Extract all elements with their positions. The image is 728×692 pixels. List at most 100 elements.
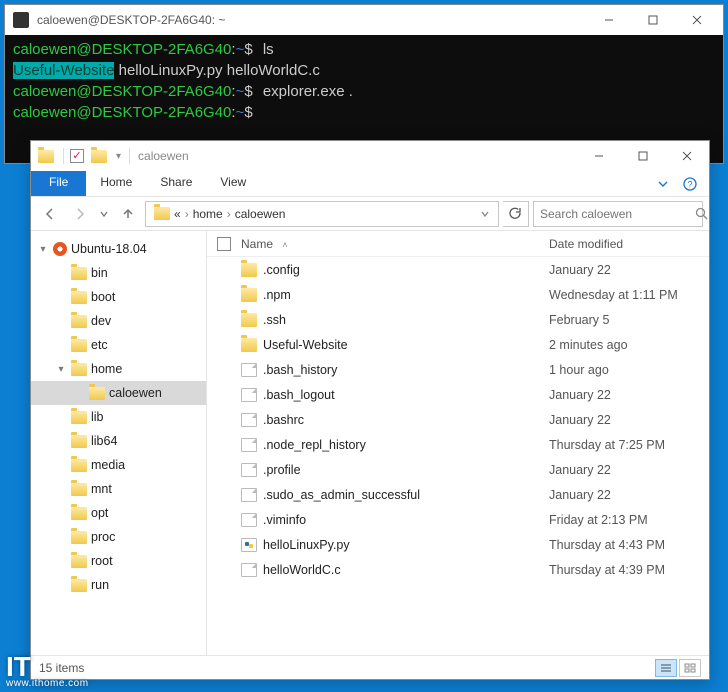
crumb-caloewen[interactable]: caloewen [235, 207, 286, 221]
folder-icon [71, 579, 87, 592]
file-icon [241, 563, 257, 577]
tree-item-bin[interactable]: bin [31, 261, 206, 285]
disclosure-triangle-icon[interactable]: ▾ [37, 244, 49, 255]
tab-share[interactable]: Share [146, 171, 206, 196]
ribbon: File Home Share View ? [31, 171, 709, 197]
minimize-button[interactable] [587, 5, 631, 35]
help-button[interactable]: ? [677, 171, 703, 196]
tree-item-home[interactable]: ▾home [31, 357, 206, 381]
file-list-header[interactable]: Name ˄ Date modified [207, 231, 709, 257]
details-view-button[interactable] [655, 659, 677, 677]
crumb-home[interactable]: home [193, 207, 223, 221]
file-row[interactable]: .bash_history1 hour ago [207, 357, 709, 382]
terminal-body[interactable]: caloewen@DESKTOP-2FA6G40:~$ ls Useful-We… [5, 35, 723, 127]
tree-item-run[interactable]: run [31, 573, 206, 597]
watermark: IT www.ithome.com [6, 654, 89, 688]
file-name: Useful-Website [263, 338, 348, 352]
tree-item-label: lib [91, 410, 202, 424]
column-date-header[interactable]: Date modified [549, 237, 699, 251]
tree-item-proc[interactable]: proc [31, 525, 206, 549]
tree-item-lib64[interactable]: lib64 [31, 429, 206, 453]
svg-text:?: ? [687, 179, 692, 189]
file-row[interactable]: .bash_logoutJanuary 22 [207, 382, 709, 407]
file-name: .node_repl_history [263, 438, 366, 452]
folder-icon [241, 288, 257, 302]
tree-item-label: root [91, 554, 202, 568]
file-row[interactable]: Useful-Website2 minutes ago [207, 332, 709, 357]
qat-folder-icon[interactable] [37, 146, 55, 166]
recent-locations-button[interactable] [97, 201, 111, 227]
file-row[interactable]: helloLinuxPy.py Thursday at 4:43 PM [207, 532, 709, 557]
close-button[interactable] [675, 5, 719, 35]
close-button[interactable] [665, 141, 709, 171]
tree-item-label: boot [91, 290, 202, 304]
address-bar-dropdown[interactable] [476, 209, 494, 219]
address-bar[interactable]: « › home › caloewen [145, 201, 499, 227]
forward-button[interactable] [67, 201, 93, 227]
terminal-titlebar[interactable]: caloewen@DESKTOP-2FA6G40: ~ [5, 5, 723, 35]
file-name: helloLinuxPy.py [263, 538, 350, 552]
file-row[interactable]: helloWorldC.cThursday at 4:39 PM [207, 557, 709, 582]
file-row[interactable]: .sudo_as_admin_successfulJanuary 22 [207, 482, 709, 507]
select-all-checkbox[interactable] [217, 237, 231, 251]
terminal-line: caloewen@DESKTOP-2FA6G40:~$ [13, 102, 715, 123]
terminal-output: Useful-Website helloLinuxPy.py helloWorl… [13, 60, 715, 81]
up-button[interactable] [115, 201, 141, 227]
tree-item-etc[interactable]: etc [31, 333, 206, 357]
tab-view[interactable]: View [206, 171, 260, 196]
qat-properties-checkbox[interactable] [68, 146, 86, 166]
tree-item-media[interactable]: media [31, 453, 206, 477]
tree-item-ubuntu-18-04[interactable]: ▾ Ubuntu-18.04 [31, 237, 206, 261]
refresh-button[interactable] [503, 201, 529, 227]
minimize-button[interactable] [577, 141, 621, 171]
file-icon [241, 413, 257, 427]
explorer-titlebar[interactable]: ▾ caloewen [31, 141, 709, 171]
qat-overflow[interactable]: ▾ [116, 151, 121, 162]
file-date: Thursday at 4:39 PM [549, 563, 699, 577]
disclosure-triangle-icon[interactable]: ▾ [55, 364, 67, 375]
tree-item-label: run [91, 578, 202, 592]
column-name-header[interactable]: Name ˄ [241, 237, 549, 251]
watermark-url: www.ithome.com [6, 679, 89, 688]
file-row[interactable]: .node_repl_historyThursday at 7:25 PM [207, 432, 709, 457]
file-row[interactable]: .profileJanuary 22 [207, 457, 709, 482]
sort-indicator-icon: ˄ [282, 240, 287, 250]
tree-item-opt[interactable]: opt [31, 501, 206, 525]
maximize-button[interactable] [621, 141, 665, 171]
folder-icon [71, 411, 87, 424]
ribbon-toggle-button[interactable] [649, 171, 677, 196]
maximize-button[interactable] [631, 5, 675, 35]
large-icons-view-button[interactable] [679, 659, 701, 677]
tree-item-boot[interactable]: boot [31, 285, 206, 309]
tree-item-label: opt [91, 506, 202, 520]
tree-item-label: Ubuntu-18.04 [71, 242, 202, 256]
qat-folder-icon-2[interactable] [90, 146, 108, 166]
file-date: January 22 [549, 263, 699, 277]
tree-item-label: mnt [91, 482, 202, 496]
file-name: .npm [263, 288, 291, 302]
status-bar: 15 items [31, 655, 709, 679]
tree-item-mnt[interactable]: mnt [31, 477, 206, 501]
crumb-overflow[interactable]: « [174, 207, 181, 221]
tree-item-root[interactable]: root [31, 549, 206, 573]
file-row[interactable]: .viminfoFriday at 2:13 PM [207, 507, 709, 532]
folder-icon [71, 435, 87, 448]
file-date: Thursday at 4:43 PM [549, 538, 699, 552]
back-button[interactable] [37, 201, 63, 227]
file-list[interactable]: Name ˄ Date modified .configJanuary 22.n… [207, 231, 709, 655]
search-input[interactable] [540, 207, 695, 221]
tree-item-dev[interactable]: dev [31, 309, 206, 333]
file-row[interactable]: .npmWednesday at 1:11 PM [207, 282, 709, 307]
tab-file[interactable]: File [31, 171, 86, 196]
file-icon [241, 388, 257, 402]
folder-icon [71, 267, 87, 280]
tree-item-lib[interactable]: lib [31, 405, 206, 429]
folder-icon [89, 387, 105, 400]
tab-home[interactable]: Home [86, 171, 146, 196]
tree-item-caloewen[interactable]: caloewen [31, 381, 206, 405]
file-row[interactable]: .bashrcJanuary 22 [207, 407, 709, 432]
search-box[interactable] [533, 201, 703, 227]
file-row[interactable]: .sshFebruary 5 [207, 307, 709, 332]
navigation-pane[interactable]: ▾ Ubuntu-18.04 bin boot devetc▾homecaloewen l… [31, 231, 207, 655]
file-row[interactable]: .configJanuary 22 [207, 257, 709, 282]
